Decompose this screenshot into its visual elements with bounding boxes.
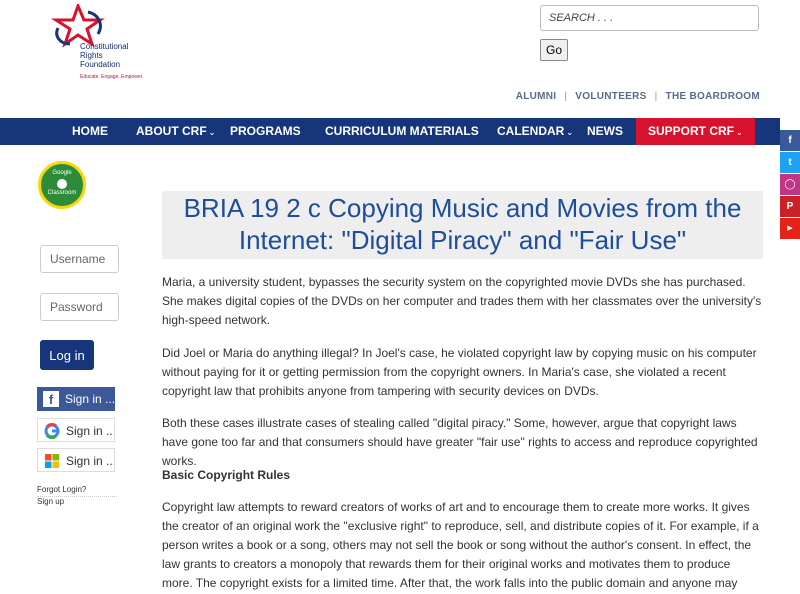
top-links: ALUMNI | VOLUNTEERS | THE BOARDROOM <box>516 91 760 102</box>
facebook-icon: f <box>43 390 59 407</box>
instagram-icon[interactable]: ◯ <box>780 174 800 195</box>
main-nav: HOME ABOUT CRF ⌄ PROGRAMS CURRICULUM MATE… <box>0 118 780 145</box>
nav-programs-label: PROGRAMS <box>230 124 301 138</box>
signin-microsoft-button[interactable]: Sign in ... <box>37 448 115 472</box>
twitter-icon[interactable]: t <box>780 152 800 173</box>
social-strip: f t ◯ P ▶ <box>780 130 800 240</box>
search-input[interactable] <box>540 5 759 31</box>
nav-support-label: SUPPORT CRF <box>648 124 735 138</box>
nav-news[interactable]: NEWS <box>587 118 623 145</box>
volunteers-link[interactable]: VOLUNTEERS <box>575 91 646 102</box>
separator: | <box>654 91 658 102</box>
microsoft-icon <box>44 453 60 469</box>
nav-about-label: ABOUT CRF <box>136 124 207 138</box>
crf-logo[interactable]: Constitutional Rights Foundation Educate… <box>48 4 168 84</box>
boardroom-link[interactable]: THE BOARDROOM <box>666 91 760 102</box>
chevron-down-icon: ⌄ <box>736 128 743 137</box>
go-button[interactable]: Go <box>540 39 568 61</box>
section-heading: Basic Copyright Rules <box>162 468 291 482</box>
article-title-box: BRIA 19 2 c Copying Music and Movies fro… <box>162 191 763 259</box>
signin-google-label: Sign in ... <box>66 424 115 438</box>
gclass-line1: Google <box>52 170 72 176</box>
forgot-login-link[interactable]: Forgot Login? <box>37 485 86 494</box>
login-button[interactable]: Log in <box>40 340 94 370</box>
article-paragraph: Copyright law attempts to reward creator… <box>162 500 759 590</box>
article-paragraph: Did Joel or Maria do anything illegal? I… <box>162 346 757 398</box>
pinterest-icon[interactable]: P <box>780 196 800 217</box>
nav-support[interactable]: SUPPORT CRF ⌄ <box>636 118 755 145</box>
nav-home-label: HOME <box>72 124 108 138</box>
signin-facebook-label: Sign in ... <box>65 392 115 406</box>
page-title: BRIA 19 2 c Copying Music and Movies fro… <box>183 193 742 255</box>
signin-facebook-button[interactable]: f Sign in ... <box>37 387 115 411</box>
nav-home[interactable]: HOME <box>72 118 108 145</box>
nav-programs[interactable]: PROGRAMS <box>230 118 301 145</box>
article-paragraph: Maria, a university student, bypasses th… <box>162 275 762 327</box>
nav-curriculum[interactable]: CURRICULUM MATERIALS <box>325 118 479 145</box>
separator: | <box>564 91 568 102</box>
chevron-down-icon: ⌄ <box>208 128 216 137</box>
alumni-link[interactable]: ALUMNI <box>516 91 557 102</box>
google-icon <box>44 422 60 439</box>
signup-link[interactable]: Sign up <box>37 497 64 506</box>
nav-curriculum-label: CURRICULUM MATERIALS <box>325 124 479 138</box>
logo-text: Constitutional Rights Foundation <box>80 42 129 69</box>
nav-calendar-label: CALENDAR <box>497 124 565 138</box>
article-paragraph: Both these cases illustrate cases of ste… <box>162 416 758 468</box>
username-field[interactable] <box>40 245 119 273</box>
youtube-icon[interactable]: ▶ <box>780 218 800 239</box>
nav-calendar[interactable]: CALENDAR ⌄ <box>497 118 573 145</box>
nav-about[interactable]: ABOUT CRF ⌄ <box>136 118 215 145</box>
gclass-line2: Classroom <box>47 190 77 196</box>
logo-tagline: Educate. Engage. Empower. <box>80 74 144 80</box>
password-field[interactable] <box>40 293 119 321</box>
facebook-icon[interactable]: f <box>780 130 800 151</box>
google-classroom-badge[interactable]: Google Classroom <box>38 161 86 209</box>
nav-news-label: NEWS <box>587 124 623 138</box>
signin-google-button[interactable]: Sign in ... <box>37 418 115 442</box>
signin-microsoft-label: Sign in ... <box>66 454 115 468</box>
chevron-down-icon: ⌄ <box>566 128 574 137</box>
person-icon <box>57 179 67 189</box>
